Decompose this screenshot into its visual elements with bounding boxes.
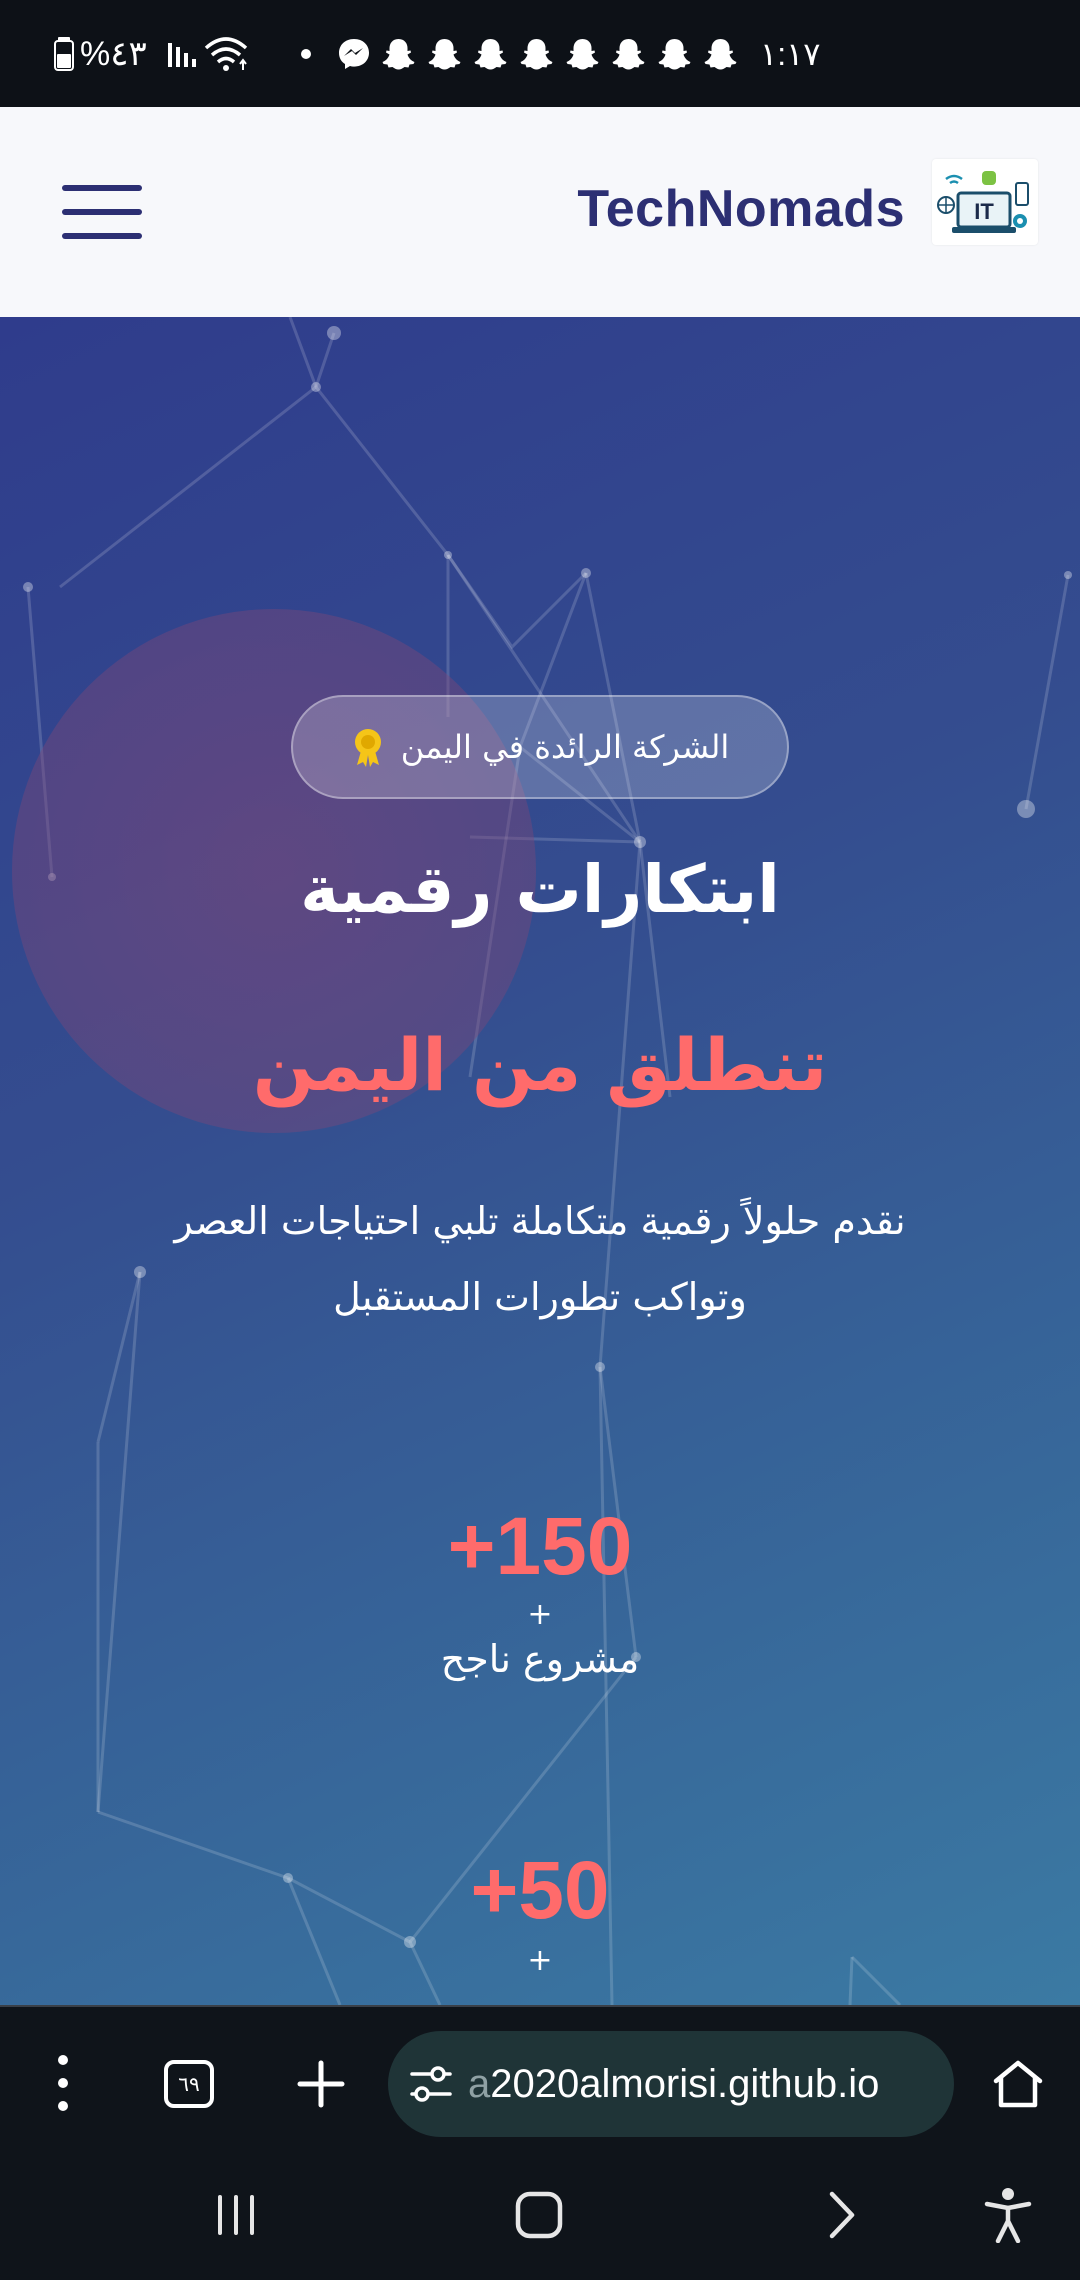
stat-number: +150 (447, 1501, 633, 1592)
snapchat-icon (612, 38, 645, 69)
snapchat-icon (520, 38, 553, 69)
hamburger-menu-button[interactable] (62, 185, 142, 239)
url-text: a2020almorisi.github.io (468, 2062, 879, 2107)
hero-title: ابتكارات رقمية (300, 851, 780, 928)
snapchat-icons (380, 0, 739, 107)
logo-text: IT (974, 199, 994, 224)
home-button-icon[interactable] (514, 2160, 564, 2270)
brand-name[interactable]: TechNomads (577, 169, 905, 249)
battery-icon (54, 0, 74, 107)
messenger-icon (336, 0, 372, 107)
browser-toolbar: ٦٩ a2020almorisi.github.io (0, 2005, 1080, 2160)
home-icon[interactable] (992, 2059, 1044, 2113)
clock: ١:١٧ (760, 35, 821, 72)
hero-subtitle: تنطلق من اليمن (246, 1017, 834, 1113)
status-bar: %٤٣ ١:١٧ (0, 0, 1080, 107)
notification-dot (300, 0, 312, 107)
network-background (23, 317, 1072, 2005)
hero-section: الشركة الرائدة في اليمن ابتكارات رقمية ت… (0, 317, 1080, 2005)
more-vert-icon[interactable] (48, 2055, 78, 2111)
stat-plus: + (527, 1943, 553, 1978)
hero-subtitle-wrap: تنطلق من اليمن (0, 1017, 1080, 1113)
snapchat-icon (566, 38, 599, 69)
url-hidden-part: a (468, 2061, 491, 2106)
hamburger-line (62, 185, 142, 191)
hamburger-line (62, 209, 142, 215)
stat-label: مشروع ناجح (440, 1637, 640, 1681)
snapchat-icon (704, 38, 737, 69)
site-settings-icon[interactable] (410, 2065, 452, 2103)
tabs-button[interactable]: ٦٩ (164, 2060, 214, 2108)
forward-icon[interactable] (822, 2160, 862, 2270)
recents-icon[interactable] (214, 2160, 258, 2270)
badge-text: الشركة الرائدة في اليمن (400, 728, 730, 766)
address-bar[interactable]: a2020almorisi.github.io (388, 2031, 954, 2137)
hero-badge: الشركة الرائدة في اليمن (291, 695, 789, 799)
brand-logo[interactable]: IT (932, 159, 1038, 245)
stat-plus: + (527, 1597, 553, 1632)
url-domain: 2020almorisi.github.io (490, 2061, 880, 2106)
battery-percent: %٤٣ (80, 34, 147, 73)
hamburger-line (62, 233, 142, 239)
screen: %٤٣ ١:١٧ TechNomads IT الشركة الرائدة في… (0, 0, 1080, 2280)
snapchat-icon (428, 38, 461, 69)
award-icon (351, 727, 385, 767)
wifi-icon (204, 0, 248, 107)
snapchat-icon (658, 38, 691, 69)
snapchat-icon (474, 38, 507, 69)
new-tab-icon[interactable] (294, 2057, 348, 2115)
system-nav-bar (0, 2160, 1080, 2280)
accessibility-icon[interactable] (984, 2160, 1032, 2270)
site-header: TechNomads IT (0, 107, 1080, 317)
stat-number: +50 (470, 1845, 610, 1936)
snapchat-icon (382, 38, 415, 69)
hero-description: نقدم حلولاً رقمية متكاملة تلبي احتياجات … (174, 1199, 906, 1319)
signal-icon (166, 0, 200, 107)
